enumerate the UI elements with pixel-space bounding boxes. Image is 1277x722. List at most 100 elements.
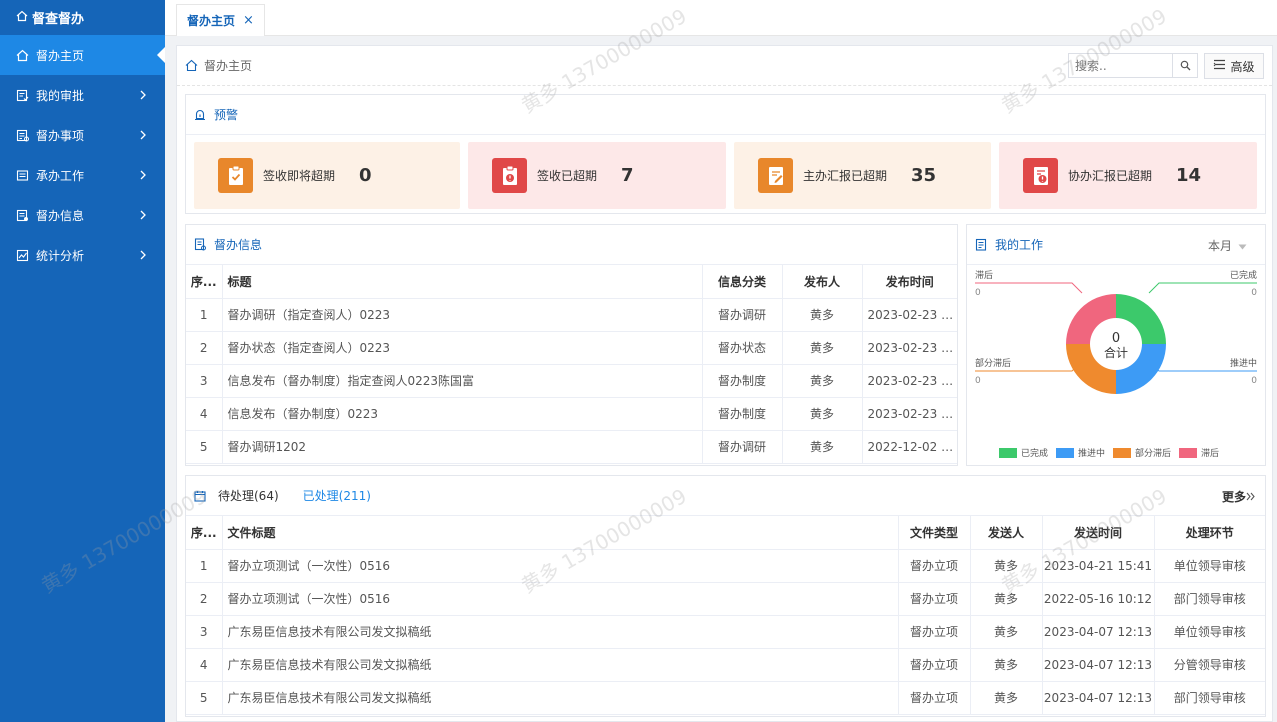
donut-center-label: 合计 (1104, 345, 1128, 360)
legend-item-lagging[interactable]: 滞后 (1179, 446, 1219, 459)
column-header[interactable]: 发送人 (970, 516, 1043, 550)
cell-no: 2 (186, 582, 223, 616)
pending-tabs: 待处理(64) 已处理(211) 更多 (186, 476, 1265, 516)
column-header[interactable]: 序... (186, 516, 223, 550)
column-header[interactable]: 文件类型 (898, 516, 971, 550)
legend-item-partial[interactable]: 部分滞后 (1113, 446, 1171, 459)
column-header[interactable]: 序... (186, 265, 223, 299)
warning-card-main-report-overdue[interactable]: 主办汇报已超期 35 (734, 142, 991, 209)
report-edit-icon (758, 158, 793, 193)
cell-sender: 黄多 (970, 648, 1043, 682)
tab-home[interactable]: 督办主页 × (176, 4, 265, 36)
warning-card-co-report-overdue[interactable]: 协办汇报已超期 14 (999, 142, 1257, 209)
tab-pending[interactable]: 待处理(64) (218, 487, 279, 504)
cell-no: 2 (186, 331, 223, 365)
cell-type: 督办立项 (898, 582, 971, 616)
column-header[interactable]: 发布时间 (862, 265, 957, 299)
panel-header: 预警 (186, 95, 1265, 135)
chevron-right-icon (139, 170, 149, 180)
pending-table: 序... 文件标题 文件类型 发送人 发送时间 处理环节 1 督办立项测试（一次… (186, 516, 1265, 715)
cell-title[interactable]: 督办调研1202 (222, 430, 703, 464)
cell-time: 2023-04-07 12:13 (1042, 681, 1155, 715)
search-input[interactable] (1069, 54, 1172, 77)
sidebar-item-info[interactable]: 督办信息 (0, 195, 165, 235)
search-icon[interactable] (1172, 54, 1197, 77)
legend-item-progress[interactable]: 推进中 (1056, 446, 1105, 459)
segment-lagging (1066, 294, 1116, 344)
sidebar-item-home[interactable]: 督办主页 (0, 35, 165, 75)
column-header[interactable]: 信息分类 (702, 265, 783, 299)
cell-step: 部门领导审核 (1154, 681, 1265, 715)
document-icon (194, 238, 206, 251)
cell-title[interactable]: 广东易臣信息技术有限公司发文拟稿纸 (222, 615, 899, 649)
cell-title[interactable]: 督办立项测试（一次性）0516 (222, 582, 899, 616)
table-row[interactable]: 4 广东易臣信息技术有限公司发文拟稿纸 督办立项 黄多 2023-04-07 1… (186, 648, 1265, 682)
close-icon[interactable]: × (243, 13, 254, 28)
cell-category: 督办制度 (702, 364, 783, 398)
cell-title[interactable]: 信息发布（督办制度）指定查阅人0223陈国富 (222, 364, 703, 398)
cell-title[interactable]: 督办调研（指定查阅人）0223 (222, 298, 703, 332)
sidebar-item-tasks[interactable]: 督办事项 (0, 115, 165, 155)
double-chevron-right-icon (1246, 490, 1255, 504)
legend-swatch (1179, 447, 1198, 458)
home-icon (16, 10, 32, 26)
table-row[interactable]: 5 督办调研1202 督办调研 黄多 2022-12-02 2... (186, 430, 957, 464)
table-row[interactable]: 3 广东易臣信息技术有限公司发文拟稿纸 督办立项 黄多 2023-04-07 1… (186, 615, 1265, 649)
chevron-right-icon (139, 210, 149, 220)
cell-publisher: 黄多 (782, 298, 863, 332)
period-select[interactable]: 本月 (1208, 237, 1247, 254)
tab-processed[interactable]: 已处理(211) (303, 487, 371, 504)
pending-panel: 待处理(64) 已处理(211) 更多 序... 文件标题 文件类型 发送人 发… (185, 475, 1266, 717)
table-row[interactable]: 1 督办调研（指定查阅人）0223 督办调研 黄多 2023-02-23 1..… (186, 298, 957, 332)
sidebar-item-stats[interactable]: 统计分析 (0, 235, 165, 275)
column-header[interactable]: 标题 (222, 265, 703, 299)
home-icon (16, 49, 29, 62)
cell-time: 2023-02-23 1... (862, 364, 957, 398)
panel-title: 我的工作 (995, 238, 1044, 252)
brand[interactable]: 督查督办 (0, 0, 165, 35)
my-work-panel: 我的工作 本月 0 合计 滞后 0 已完成 0 部分滞后 0 推进中 0 已完成… (966, 224, 1266, 466)
column-header[interactable]: 处理环节 (1154, 516, 1265, 550)
cell-title[interactable]: 广东易臣信息技术有限公司发文拟稿纸 (222, 681, 899, 715)
table-row[interactable]: 2 督办状态（指定查阅人）0223 督办状态 黄多 2023-02-23 1..… (186, 331, 957, 365)
table-header: 序... 文件标题 文件类型 发送人 发送时间 处理环节 (186, 516, 1265, 550)
breadcrumb-item[interactable]: 督办主页 (204, 57, 252, 74)
clipboard-alert-icon (492, 158, 527, 193)
table-row[interactable]: 4 信息发布（督办制度）0223 督办制度 黄多 2023-02-23 1... (186, 397, 957, 431)
cell-title[interactable]: 督办立项测试（一次性）0516 (222, 549, 899, 583)
label-done: 已完成 (1230, 269, 1257, 281)
cell-type: 督办立项 (898, 681, 971, 715)
column-header[interactable]: 文件标题 (222, 516, 899, 550)
warning-card-sign-soon[interactable]: 签收即将超期 0 (194, 142, 460, 209)
cell-title[interactable]: 广东易臣信息技术有限公司发文拟稿纸 (222, 648, 899, 682)
cell-time: 2022-12-02 2... (862, 430, 957, 464)
cell-title[interactable]: 督办状态（指定查阅人）0223 (222, 331, 703, 365)
panel-title: 督办信息 (214, 238, 263, 252)
warning-card-sign-overdue[interactable]: 签收已超期 7 (468, 142, 726, 209)
cell-step: 分管领导审核 (1154, 648, 1265, 682)
sidebar-item-label: 督办信息 (36, 208, 85, 223)
column-header[interactable]: 发送时间 (1042, 516, 1155, 550)
legend-item-done[interactable]: 已完成 (999, 446, 1048, 459)
more-link[interactable]: 更多 (1222, 488, 1255, 505)
table-row[interactable]: 5 广东易臣信息技术有限公司发文拟稿纸 督办立项 黄多 2023-04-07 1… (186, 681, 1265, 715)
cell-category: 督办制度 (702, 397, 783, 431)
sidebar-item-approval[interactable]: 我的审批 (0, 75, 165, 115)
cell-type: 督办立项 (898, 549, 971, 583)
table-row[interactable]: 1 督办立项测试（一次性）0516 督办立项 黄多 2023-04-21 15:… (186, 549, 1265, 583)
sidebar-item-work[interactable]: 承办工作 (0, 155, 165, 195)
table-row[interactable]: 2 督办立项测试（一次性）0516 督办立项 黄多 2022-05-16 10:… (186, 582, 1265, 616)
advanced-search-button[interactable]: 高级 (1204, 53, 1264, 79)
label-lagging: 滞后 (975, 270, 993, 281)
legend-label: 已完成 (1021, 449, 1049, 459)
cell-category: 督办状态 (702, 331, 783, 365)
cell-title[interactable]: 信息发布（督办制度）0223 (222, 397, 703, 431)
chevron-right-icon (139, 90, 149, 100)
label-progress: 推进中 (1230, 357, 1257, 369)
column-header[interactable]: 发布人 (782, 265, 863, 299)
value-lagging: 0 (975, 288, 981, 298)
cell-time: 2023-02-23 1... (862, 397, 957, 431)
cell-sender: 黄多 (970, 582, 1043, 616)
period-value: 本月 (1207, 239, 1232, 253)
table-row[interactable]: 3 信息发布（督办制度）指定查阅人0223陈国富 督办制度 黄多 2023-02… (186, 364, 957, 398)
